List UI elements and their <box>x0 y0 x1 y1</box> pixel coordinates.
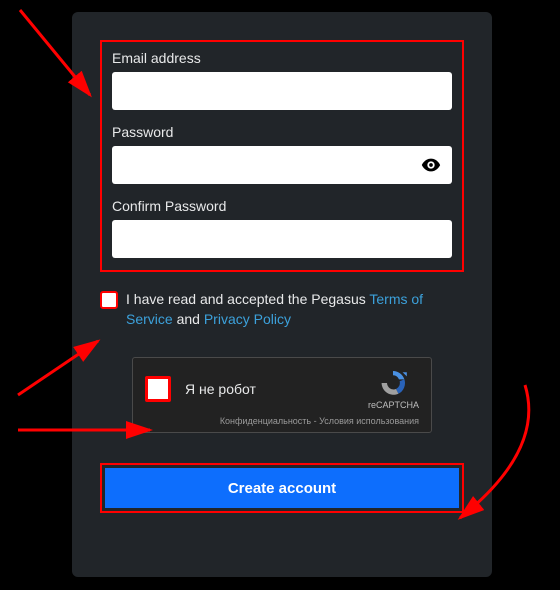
email-field-group: Email address <box>112 50 452 110</box>
recaptcha-icon <box>378 368 408 398</box>
email-label: Email address <box>112 50 452 66</box>
confirm-password-label: Confirm Password <box>112 198 452 214</box>
terms-prefix: I have read and accepted the Pegasus <box>126 291 369 307</box>
recaptcha-logo: reCAPTCHA <box>368 368 419 410</box>
recaptcha-checkbox[interactable] <box>145 376 171 402</box>
password-label: Password <box>112 124 452 140</box>
terms-text: I have read and accepted the Pegasus Ter… <box>126 290 464 329</box>
recaptcha-widget: Я не робот reCAPTCHA Конфиденциальность … <box>132 357 432 433</box>
create-account-button[interactable]: Create account <box>105 468 459 508</box>
signup-card: Email address Password Confirm Password … <box>72 12 492 577</box>
eye-icon[interactable] <box>420 154 442 176</box>
recaptcha-brand: reCAPTCHA <box>368 400 419 410</box>
input-group-highlight: Email address Password Confirm Password <box>100 40 464 272</box>
terms-middle: and <box>173 311 204 327</box>
confirm-password-field-group: Confirm Password <box>112 198 452 258</box>
terms-checkbox[interactable] <box>100 291 118 309</box>
submit-highlight: Create account <box>100 463 464 513</box>
password-field-group: Password <box>112 124 452 184</box>
password-input[interactable] <box>112 146 452 184</box>
confirm-password-input[interactable] <box>112 220 452 258</box>
recaptcha-footer: Конфиденциальность - Условия использован… <box>145 416 419 426</box>
terms-row: I have read and accepted the Pegasus Ter… <box>100 290 464 329</box>
privacy-policy-link[interactable]: Privacy Policy <box>204 311 291 327</box>
email-input[interactable] <box>112 72 452 110</box>
recaptcha-label: Я не робот <box>185 381 354 397</box>
